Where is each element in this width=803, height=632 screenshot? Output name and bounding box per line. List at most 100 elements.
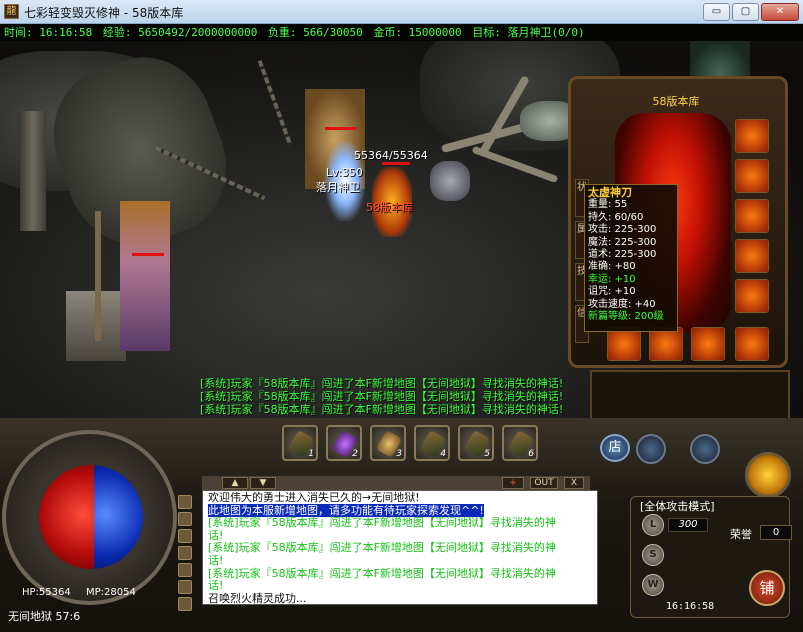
system-message: [系统]玩家『58版本库』闯进了本F新增地图【无间地狱】寻找消失的神话!: [200, 390, 564, 403]
chat-line: 话!: [208, 553, 224, 567]
equip-slot-medal[interactable]: [691, 327, 725, 361]
system-message-overlay: [系统]玩家『58版本库』闯进了本F新增地图【无间地狱】寻找消失的神话! [系统…: [200, 377, 563, 416]
equip-slot-belt[interactable]: [735, 327, 769, 361]
window-title: 七彩轻变毁灭修神 - 58版本库: [24, 6, 184, 20]
hp-value: HP:55364: [22, 587, 71, 598]
chat-scroll-up-button[interactable]: ▲: [222, 477, 248, 489]
mail-icon[interactable]: [178, 546, 192, 560]
quick-slot-3[interactable]: 3: [370, 425, 406, 461]
maximize-button[interactable]: ▢: [732, 3, 759, 21]
slot-number: 3: [396, 449, 402, 459]
wing-button[interactable]: W: [642, 574, 664, 596]
npc-hp-bar: [325, 127, 357, 130]
tooltip-item-name: 太虚神刀: [588, 186, 632, 199]
group-icon[interactable]: [178, 495, 192, 509]
mp-orb: [94, 465, 143, 569]
slot-number: 2: [352, 449, 358, 459]
chat-log[interactable]: 欢迎伟大的勇士进入消失已久的→无间地狱! 此地图为本服新增地图，请多功能有待玩家…: [202, 490, 598, 605]
minimize-button[interactable]: ▭: [703, 3, 730, 21]
equip-slot-weapon[interactable]: [607, 327, 641, 361]
status-time: 时间: 16:16:58: [4, 26, 93, 39]
mp-value: MP:28054: [86, 587, 136, 598]
chat-line-highlighted: 此地图为本服新增地图，请多功能有待玩家探索发现^^!: [208, 503, 484, 517]
slot-number: 4: [440, 449, 446, 459]
chat-toolbar: ▲ ▼ + OUT X: [202, 476, 590, 490]
tooltip-line: 攻击: 225-300: [588, 224, 657, 236]
friend-icon[interactable]: [178, 529, 192, 543]
tooltip-line: 道术: 225-300: [588, 249, 657, 261]
map-icon[interactable]: [178, 580, 192, 594]
equip-slot-helmet[interactable]: [735, 159, 769, 193]
stone-pillar: [20, 111, 46, 231]
status-weight: 负重: 566/30050: [267, 26, 363, 39]
chat-line: [系统]玩家『58版本库』闯进了本F新增地图【无间地狱】寻找消失的神: [208, 541, 556, 555]
reputation-label: 荣誉: [730, 528, 752, 541]
level-value: 300: [668, 518, 708, 532]
equip-slot-bracelet[interactable]: [735, 199, 769, 233]
orb-stone: [430, 161, 470, 201]
settings-icon[interactable]: [178, 597, 192, 611]
status-target: 目标: 落月神卫(0/0): [472, 26, 585, 39]
slot-number: 5: [484, 449, 490, 459]
hp-orb: [39, 465, 94, 569]
player-name: 58版本库: [366, 201, 413, 214]
enemy-staff: [95, 211, 101, 341]
status-bar: 时间: 16:16:58 经验: 5650492/2000000000 负重: …: [0, 24, 803, 41]
quick-slot-bar: 1 2 3 4 5 6: [282, 425, 538, 463]
hp-mp-orb: [36, 462, 146, 572]
trade-icon[interactable]: [178, 563, 192, 577]
skill-round-button[interactable]: [636, 434, 666, 464]
shop-button[interactable]: 铺: [749, 570, 785, 606]
system-message: [系统]玩家『58版本库』闯进了本F新增地图【无间地狱】寻找消失的神话!: [200, 377, 564, 390]
chat-line: 话!: [208, 579, 224, 593]
skill-button[interactable]: S: [642, 544, 664, 566]
chat-line: 欢迎伟大的勇士进入消失已久的→无间地狱!: [208, 491, 420, 504]
quick-slot-5[interactable]: 5: [458, 425, 494, 461]
player-hp-text: 55364/55364: [354, 149, 428, 162]
store-button[interactable]: 店: [600, 434, 630, 462]
chat-scroll-down-button[interactable]: ▼: [250, 477, 276, 489]
level-button[interactable]: L: [642, 514, 664, 536]
quick-slot-1[interactable]: 1: [282, 425, 318, 461]
equip-slot-boots[interactable]: [735, 279, 769, 313]
tooltip-luck: 幸运: +10: [588, 273, 636, 285]
side-icon-bar: [178, 495, 194, 617]
equipment-title: 58版本库: [652, 95, 700, 108]
tooltip-line: 准确: +80: [588, 261, 636, 273]
system-message: [系统]玩家『58版本库』闯进了本F新增地图【无间地狱】寻找消失的神话!: [200, 403, 564, 416]
quick-slot-4[interactable]: 4: [414, 425, 450, 461]
hanging-chain: [257, 60, 293, 146]
slot-number: 1: [308, 449, 314, 459]
chat-line: [系统]玩家『58版本库』闯进了本F新增地图【无间地狱】寻找消失的神: [208, 516, 556, 530]
player-hp-bar: [382, 162, 410, 165]
attack-mode-label[interactable]: [全体攻击模式]: [640, 498, 715, 514]
tooltip-set: 新篇等级: 200级: [588, 311, 664, 323]
equip-slot-ring[interactable]: [735, 239, 769, 273]
status-gold: 金币: 15000000: [373, 26, 462, 39]
title-bar: 龍 七彩轻变毁灭修神 - 58版本库 ▭ ▢ ✕: [0, 0, 803, 24]
npc-level: Lv:350: [326, 166, 363, 179]
tooltip-line: 魔法: 225-300: [588, 236, 657, 248]
enemy-monster[interactable]: [120, 201, 170, 351]
status-exp: 经验: 5650492/2000000000: [102, 26, 258, 39]
npc-name: 落月神卫: [316, 181, 360, 194]
tooltip-line: 持久: 60/60: [588, 211, 644, 223]
quick-slot-6[interactable]: 6: [502, 425, 538, 461]
chat-add-button[interactable]: +: [502, 477, 524, 489]
item-tooltip: 太虚神刀 重量: 55 持久: 60/60 攻击: 225-300 魔法: 22…: [584, 184, 678, 332]
chat-line: 召唤烈火精灵成功...: [208, 591, 307, 605]
app-icon: 龍: [4, 4, 19, 19]
menu-round-button[interactable]: [690, 434, 720, 464]
tooltip-line: 重量: 55: [588, 199, 628, 211]
chat-close-button[interactable]: X: [564, 477, 584, 489]
guild-icon[interactable]: [178, 512, 192, 526]
tooltip-line: 攻击速度: +40: [588, 298, 656, 310]
reputation-value: 0: [760, 525, 792, 540]
game-clock: 16:16:58: [666, 601, 715, 612]
equip-slot-necklace[interactable]: [735, 119, 769, 153]
chat-out-button[interactable]: OUT: [530, 477, 558, 489]
equip-slot-armor[interactable]: [649, 327, 683, 361]
quick-slot-2[interactable]: 2: [326, 425, 362, 461]
slot-number: 6: [528, 449, 534, 459]
close-button[interactable]: ✕: [761, 3, 799, 21]
